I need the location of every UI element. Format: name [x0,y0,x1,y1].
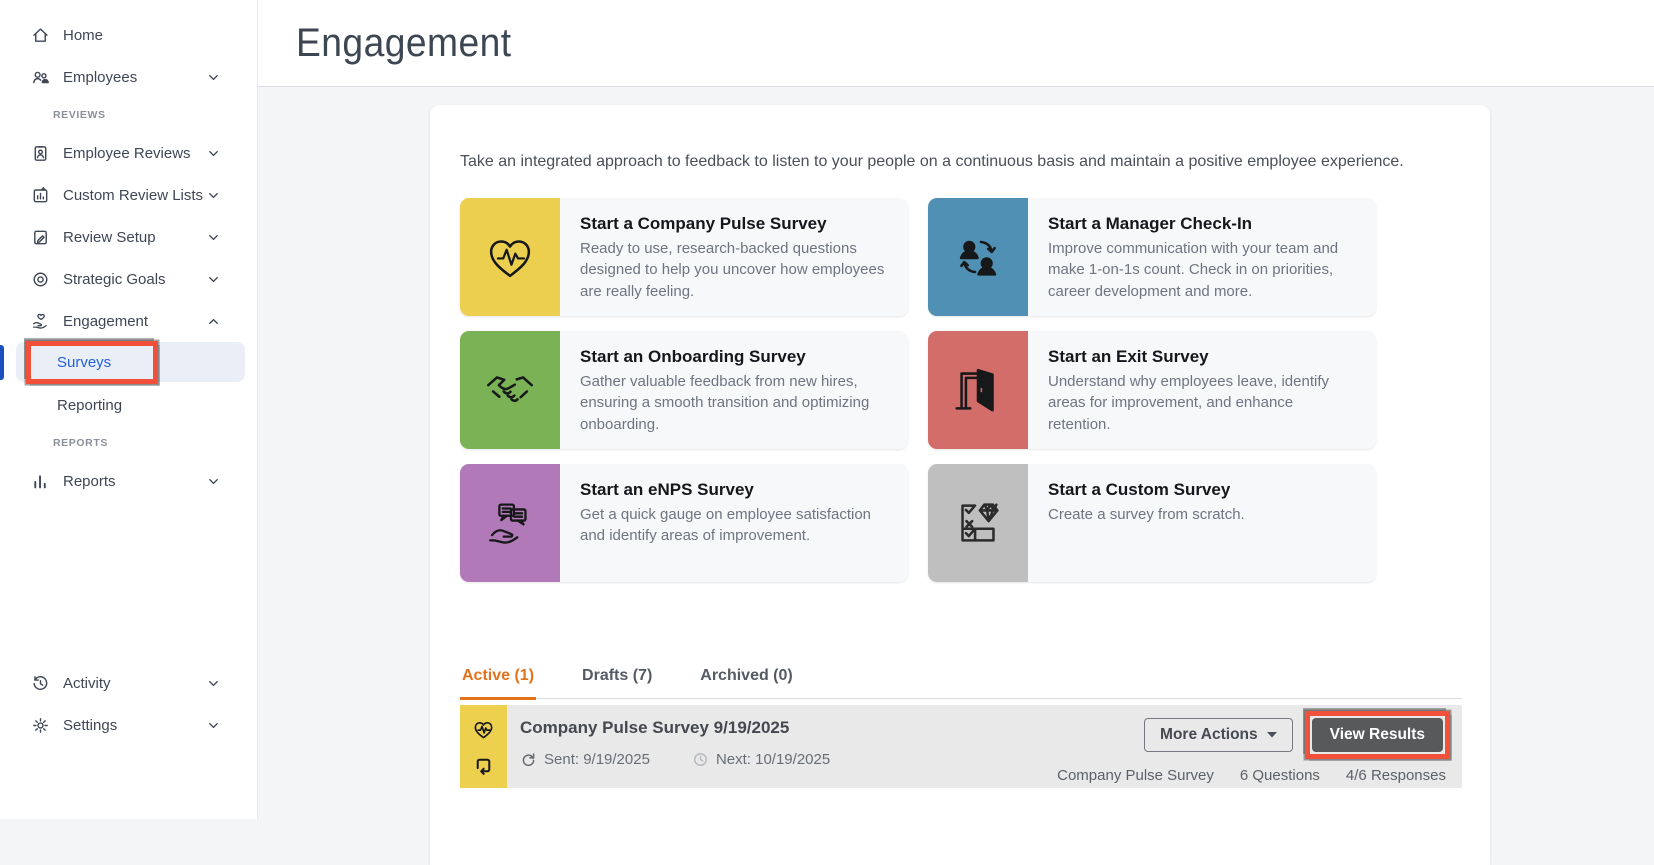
sidebar-item-custom-review-lists[interactable]: Custom Review Lists [0,174,257,216]
sidebar: Home Employees REVIEWS Employee Reviews … [0,0,258,819]
tile-enps-survey[interactable]: Start an eNPS Survey Get a quick gauge o… [460,464,908,582]
sidebar-item-label: Reports [63,472,116,490]
target-icon [31,270,50,289]
custom-survey-icon [928,464,1028,582]
clock-icon [692,751,709,768]
sent-date: Sent: 9/19/2025 [544,751,650,768]
sidebar-item-label: Activity [63,674,111,692]
chevron-down-icon [206,272,221,287]
tile-description: Get a quick gauge on employee satisfacti… [580,506,872,545]
chevron-down-icon [206,70,221,85]
chevron-up-icon [206,314,221,329]
survey-row[interactable]: Company Pulse Survey 9/19/2025 Sent: 9/1… [460,705,1462,788]
tile-description: Ready to use, research-backed questions … [580,240,885,300]
survey-tabs: Active (1) Drafts (7) Archived (0) [460,657,1462,700]
tile-description: Improve communication with your team and… [1048,240,1339,300]
repeat-icon [473,755,494,776]
chevron-down-icon [206,676,221,691]
sidebar-item-settings[interactable]: Settings [0,704,257,746]
enps-feedback-icon [460,464,560,582]
exit-door-icon [928,331,1028,449]
caret-down-icon [1266,732,1277,738]
survey-type-label: Company Pulse Survey [1057,767,1214,784]
next-date: Next: 10/19/2025 [715,751,831,768]
intro-text: Take an integrated approach to feedback … [460,153,1404,170]
survey-row-type-strip [460,705,507,788]
tile-title: Start a Custom Survey [1048,480,1231,499]
review-list-chart-icon [31,186,50,205]
sidebar-item-surveys[interactable]: Surveys [16,342,245,382]
sidebar-item-engagement[interactable]: Engagement [0,300,257,342]
page-title: Engagement [296,20,512,65]
sidebar-item-label: Custom Review Lists [63,186,204,204]
chevron-down-icon [206,474,221,489]
bar-chart-icon [31,472,50,491]
view-results-button[interactable]: View Results [1311,718,1443,752]
chevron-down-icon [206,718,221,733]
sidebar-item-review-setup[interactable]: Review Setup [0,216,257,258]
handshake-icon [460,331,560,449]
sidebar-item-employee-reviews[interactable]: Employee Reviews [0,132,257,174]
page-header: Engagement [258,0,1654,87]
sidebar-item-label: Review Setup [63,228,156,246]
tile-title: Start a Company Pulse Survey [580,214,827,233]
tile-manager-check-in[interactable]: Start a Manager Check-In Improve communi… [928,198,1376,316]
home-icon [31,26,50,45]
annotation-box-view-results: View Results [1304,711,1450,759]
tile-description: Understand why employees leave, identify… [1048,373,1329,433]
tile-company-pulse-survey[interactable]: Start a Company Pulse Survey Ready to us… [460,198,908,316]
gear-icon [31,716,50,735]
sidebar-item-reports[interactable]: Reports [0,460,257,502]
sidebar-item-label: Surveys [57,353,112,371]
sidebar-item-activity[interactable]: Activity [0,662,257,704]
pulse-heart-icon [460,198,560,316]
sidebar-item-employees[interactable]: Employees [0,56,257,98]
sidebar-section-reports: REPORTS [53,437,108,449]
tile-title: Start a Manager Check-In [1048,214,1253,233]
tab-archived[interactable]: Archived (0) [698,657,794,698]
clipboard-pencil-icon [31,228,50,247]
tile-description: Gather valuable feedback from new hires,… [580,373,870,433]
chevron-down-icon [206,230,221,245]
sidebar-item-label: Strategic Goals [63,270,166,288]
more-actions-button[interactable]: More Actions [1144,718,1293,752]
people-icon [31,68,50,87]
sidebar-item-label: Employees [63,68,138,86]
history-clock-icon [31,674,50,693]
chevron-down-icon [206,146,221,161]
tab-active[interactable]: Active (1) [460,657,537,700]
active-nav-indicator [0,345,4,380]
sidebar-item-reporting[interactable]: Reporting [0,384,257,426]
response-count: 4/6 Responses [1345,767,1446,784]
survey-start-tiles: Start a Company Pulse Survey Ready to us… [460,198,1490,582]
tile-title: Start an eNPS Survey [580,480,754,499]
manager-checkin-icon [928,198,1028,316]
sidebar-item-strategic-goals[interactable]: Strategic Goals [0,258,257,300]
refresh-icon [520,751,537,768]
badge-icon [31,144,50,163]
main-content: Take an integrated approach to feedback … [258,87,1654,865]
sidebar-item-label: Reporting [57,396,123,414]
engagement-card: Take an integrated approach to feedback … [430,105,1490,865]
sidebar-item-label: Employee Reviews [63,144,191,162]
sidebar-item-label: Engagement [63,312,149,330]
tile-title: Start an Onboarding Survey [580,347,806,366]
sidebar-item-home[interactable]: Home [0,14,257,56]
tab-drafts[interactable]: Drafts (7) [580,657,654,698]
chevron-down-icon [206,188,221,203]
sidebar-item-label: Settings [63,716,118,734]
tile-onboarding-survey[interactable]: Start an Onboarding Survey Gather valuab… [460,331,908,449]
hand-heart-icon [31,312,50,331]
tile-description: Create a survey from scratch. [1048,506,1245,523]
sidebar-item-label: Home [63,26,104,44]
tile-exit-survey[interactable]: Start an Exit Survey Understand why empl… [928,331,1376,449]
sidebar-section-reviews: REVIEWS [53,109,106,121]
tile-title: Start an Exit Survey [1048,347,1209,366]
tile-custom-survey[interactable]: Start a Custom Survey Create a survey fr… [928,464,1376,582]
question-count: 6 Questions [1239,767,1320,784]
survey-row-title: Company Pulse Survey 9/19/2025 [520,718,790,737]
pulse-heart-small-icon [471,717,496,742]
